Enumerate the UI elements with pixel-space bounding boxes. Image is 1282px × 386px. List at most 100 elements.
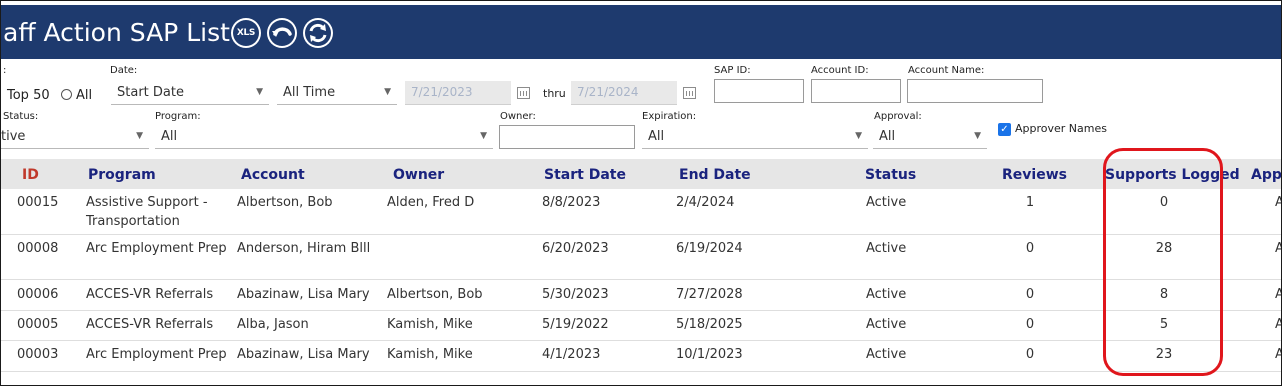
date-to-input[interactable]: 7/21/2024 [571,81,677,105]
refresh-button[interactable] [303,18,333,48]
cell-reviews: 0 [1025,241,1035,256]
chevron-down-icon: ▼ [256,87,263,97]
xls-icon: XLS [233,20,259,46]
cell-start-date: 8/8/2023 [542,195,601,210]
chevron-down-icon: ▼ [136,131,143,141]
cell-id: 00015 [17,195,59,210]
column-header-reviews[interactable]: Reviews [1002,167,1067,183]
cell-id: 00005 [17,317,59,332]
cell-id: 00006 [17,287,59,302]
cell-reviews: 0 [1025,287,1035,302]
table-header: ID Program Account Owner Start Date End … [1,159,1281,189]
cell-owner: Albertson, Bob [387,287,483,302]
title-bar: aff Action SAP List XLS [1,5,1281,59]
cell-supports-logged: 5 [1159,317,1169,332]
cell-reviews: 0 [1025,347,1035,362]
cell-supports-logged: 23 [1155,347,1173,362]
chevron-down-icon: ▼ [855,131,862,141]
owner-input[interactable] [499,125,635,149]
owner-label: Owner: [500,111,536,122]
back-button[interactable] [267,18,297,48]
refresh-icon [305,20,331,46]
cell-status: Active [866,195,907,210]
status-label: Status: [3,111,39,122]
cell-approval: A [1275,345,1281,364]
expiration-label: Expiration: [642,111,697,122]
cell-account: Albertson, Bob [237,195,333,210]
cell-program: ACCES-VR Referrals [86,317,214,332]
program-value: All [161,129,178,144]
cell-supports-logged: 8 [1159,287,1169,302]
account-name-label: Account Name: [908,65,985,76]
cell-program: ACCES-VR Referrals [86,287,214,302]
table-row[interactable]: 00008 Arc Employment Prep Anderson, Hira… [1,235,1281,280]
table-row[interactable]: 00006 ACCES-VR Referrals Abazinaw, Lisa … [1,280,1281,311]
calendar-icon[interactable] [517,87,530,99]
cell-program: Arc Employment Prep [86,241,227,256]
expiration-select[interactable]: All ▼ [642,125,868,149]
approval-label: Approval: [874,111,922,122]
column-header-owner[interactable]: Owner [393,167,444,183]
cell-approval: A [1275,285,1281,304]
cell-end-date: 10/1/2023 [676,347,743,362]
status-select[interactable]: tive ▼ [1,125,149,149]
cell-supports-logged: 28 [1155,241,1173,256]
cell-end-date: 7/27/2028 [676,287,743,302]
account-id-label: Account ID: [811,65,869,76]
cell-owner: Kamish, Mike [387,317,473,332]
status-value: tive [1,129,26,144]
column-header-program[interactable]: Program [88,167,156,183]
cell-supports-logged: 0 [1159,195,1169,210]
top-filter-label: : [3,65,7,76]
cell-approval: A [1275,239,1281,258]
cell-approval: A [1275,193,1281,212]
column-header-status[interactable]: Status [865,167,916,183]
cell-account: Abazinaw, Lisa Mary [237,287,370,302]
export-xls-button[interactable]: XLS [231,18,261,48]
cell-status: Active [866,241,907,256]
all-radio[interactable] [61,89,72,100]
cell-reviews: 0 [1025,317,1035,332]
sap-id-input[interactable] [714,79,804,103]
approver-names-label: Approver Names [1015,122,1107,135]
cell-start-date: 5/19/2022 [542,317,609,332]
top50-option-label[interactable]: Top 50 [7,88,50,103]
approval-select[interactable]: All ▼ [873,125,987,149]
column-header-supports-logged[interactable]: Supports Logged [1105,167,1240,183]
date-range-select[interactable]: All Time ▼ [277,81,397,105]
calendar-icon[interactable] [683,87,696,99]
column-header-id[interactable]: ID [22,167,39,183]
column-header-account[interactable]: Account [241,167,305,183]
cell-owner: Kamish, Mike [387,347,473,362]
column-header-approval[interactable]: App [1251,167,1281,183]
approver-names-checkbox[interactable]: ✓ [998,123,1011,136]
date-field-value: Start Date [117,85,184,100]
cell-status: Active [866,347,907,362]
table-row[interactable]: 00003 Arc Employment Prep Abazinaw, Lisa… [1,341,1281,372]
table-row[interactable]: 00005 ACCES-VR Referrals Alba, Jason Kam… [1,311,1281,341]
date-from-input[interactable]: 7/21/2023 [405,81,511,105]
sap-id-label: SAP ID: [714,65,751,76]
back-arrow-icon [269,20,295,46]
program-select[interactable]: All ▼ [155,125,493,149]
program-label: Program: [155,111,201,122]
thru-label: thru [543,87,566,100]
column-header-start-date[interactable]: Start Date [544,167,626,183]
cell-approval: A [1275,315,1281,334]
approval-value: All [879,129,896,144]
cell-start-date: 5/30/2023 [542,287,609,302]
all-option-label: All [76,88,93,103]
cell-status: Active [866,317,907,332]
column-header-end-date[interactable]: End Date [679,167,751,183]
date-field-select[interactable]: Start Date ▼ [111,81,269,105]
cell-end-date: 5/18/2025 [676,317,743,332]
cell-start-date: 4/1/2023 [542,347,601,362]
page-title: aff Action SAP List [3,18,230,47]
cell-owner: Alden, Fred D [387,195,475,210]
account-id-input[interactable] [811,79,901,103]
cell-reviews: 1 [1025,195,1035,210]
cell-start-date: 6/20/2023 [542,241,609,256]
cell-end-date: 6/19/2024 [676,241,743,256]
table-row[interactable]: 00015 Assistive Support - Transportation… [1,189,1281,235]
account-name-input[interactable] [907,79,1043,103]
